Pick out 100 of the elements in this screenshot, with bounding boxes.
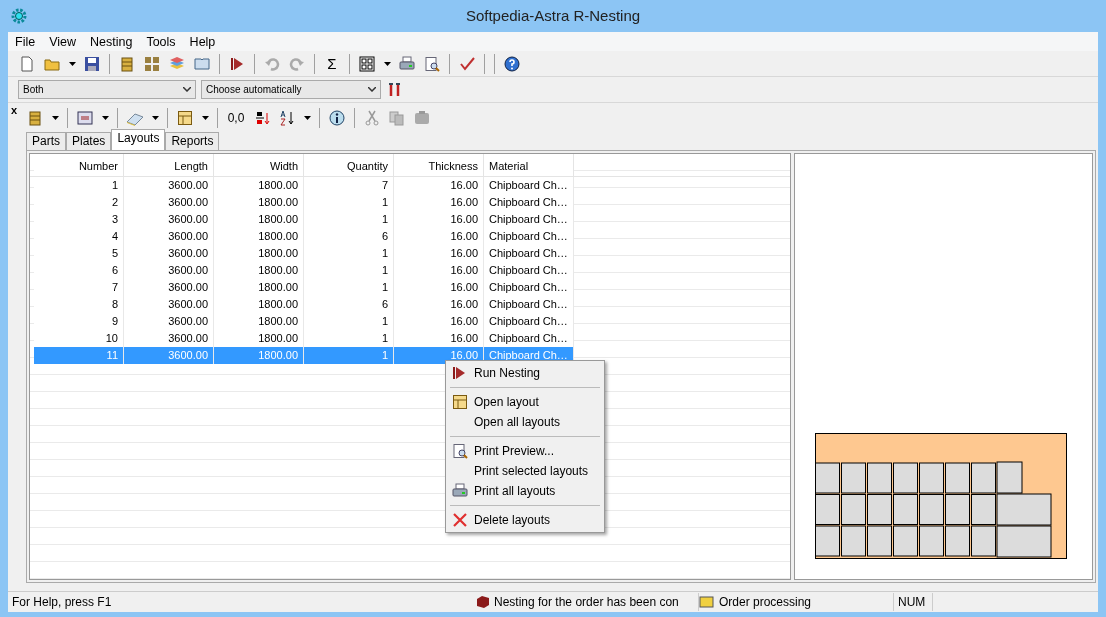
status-text: Order processing: [715, 593, 894, 611]
table-cell: 1800.00: [214, 177, 304, 194]
chevron-icon: [183, 87, 191, 92]
table-cell: 1: [304, 279, 394, 296]
table-cell: 16.00: [394, 279, 484, 296]
table-cell: 9: [34, 313, 124, 330]
menu-item[interactable]: Help: [182, 34, 223, 49]
tab[interactable]: Reports: [165, 132, 220, 150]
table-cell: 6: [304, 228, 394, 245]
table-cell: 3600.00: [124, 194, 214, 211]
table-cell: 1800.00: [214, 262, 304, 279]
dropdown-field[interactable]: Both: [18, 80, 196, 99]
table-cell: 1: [304, 330, 394, 347]
printer-icon: [452, 483, 468, 499]
chevron-icon: [368, 87, 376, 92]
delete-icon: [452, 512, 468, 528]
table-cell: 1: [304, 245, 394, 262]
table-cell: Chipboard Ch…: [484, 296, 574, 313]
table-cell: 3600.00: [124, 279, 214, 296]
column-header[interactable]: Number: [34, 154, 124, 176]
table-cell: 3600.00: [124, 296, 214, 313]
close-button[interactable]: x: [11, 104, 18, 116]
print-preview-icon: [452, 443, 468, 459]
table-cell: 3600.00: [124, 228, 214, 245]
tab[interactable]: Layouts: [111, 129, 166, 150]
table-cell: 16.00: [394, 245, 484, 262]
table-cell: 1800.00: [214, 194, 304, 211]
menu-item[interactable]: View: [42, 34, 84, 49]
menu-item[interactable]: Open layout: [448, 392, 602, 412]
tab[interactable]: Parts: [26, 132, 66, 150]
menu-item[interactable]: File: [8, 34, 43, 49]
table-cell: 3600.00: [124, 347, 214, 364]
grid-icon: [452, 394, 468, 410]
menu-item[interactable]: Print Preview...: [448, 441, 602, 461]
table-cell: 1: [304, 194, 394, 211]
table-cell: 4: [34, 228, 124, 245]
table-cell: 3: [34, 211, 124, 228]
table-cell: Chipboard Ch…: [484, 177, 574, 194]
table-cell: 1800.00: [214, 228, 304, 245]
dropdown-field[interactable]: Choose automatically: [201, 80, 381, 99]
table-cell: Chipboard Ch…: [484, 194, 574, 211]
menu-item[interactable]: Print selected layouts: [448, 461, 602, 481]
table-cell: 10: [34, 330, 124, 347]
table-cell: 16.00: [394, 262, 484, 279]
table-cell: 6: [304, 296, 394, 313]
table-cell: 2: [34, 194, 124, 211]
menu-item[interactable]: Print all layouts: [448, 481, 602, 501]
menu-item[interactable]: Open all layouts: [448, 412, 602, 432]
table-cell: 3600.00: [124, 330, 214, 347]
table-cell: 3600.00: [124, 245, 214, 262]
menu-item[interactable]: Tools: [139, 34, 183, 49]
table-cell: 3600.00: [124, 177, 214, 194]
table-cell: 16.00: [394, 228, 484, 245]
table-cell: 16.00: [394, 177, 484, 194]
table-cell: 1800.00: [214, 296, 304, 313]
column-header[interactable]: Width: [214, 154, 304, 176]
table-cell: 16.00: [394, 330, 484, 347]
table-cell: 3600.00: [124, 313, 214, 330]
table-cell: 1: [304, 313, 394, 330]
table-cell: 8: [34, 296, 124, 313]
table-cell: 1800.00: [214, 347, 304, 364]
table-cell: 7: [304, 177, 394, 194]
table-cell: 5: [34, 245, 124, 262]
menu-item[interactable]: Delete layouts: [448, 510, 602, 530]
menu-item[interactable]: Nesting: [83, 34, 140, 49]
table-cell: Chipboard Ch…: [484, 245, 574, 262]
table-cell: Chipboard Ch…: [484, 279, 574, 296]
column-header[interactable]: Quantity: [304, 154, 394, 176]
table-cell: 1: [304, 211, 394, 228]
status-text: For Help, press F1: [11, 594, 113, 611]
table-cell: 1800.00: [214, 313, 304, 330]
table-cell: 1800.00: [214, 279, 304, 296]
table-cell: 16.00: [394, 296, 484, 313]
table-cell: 3600.00: [124, 211, 214, 228]
window-title: Softpedia-Astra R-Nesting: [465, 7, 641, 24]
column-header[interactable]: Material: [484, 154, 574, 176]
sum-button[interactable]: Σ: [321, 52, 343, 75]
table-cell: 7: [34, 279, 124, 296]
table-cell: 1800.00: [214, 330, 304, 347]
table-cell: 1800.00: [214, 245, 304, 262]
play-icon: [452, 365, 466, 381]
table-cell: 3600.00: [124, 262, 214, 279]
table-cell: 16.00: [394, 194, 484, 211]
table-cell: Chipboard Ch…: [484, 262, 574, 279]
gear-icon: [10, 7, 28, 25]
status-text: NUM: [894, 593, 933, 611]
table-cell: 1: [304, 262, 394, 279]
table-cell: Chipboard Ch…: [484, 228, 574, 245]
table-cell: Chipboard Ch…: [484, 330, 574, 347]
table-cell: 1800.00: [214, 211, 304, 228]
tab[interactable]: Plates: [66, 132, 112, 150]
column-header[interactable]: Thickness: [394, 154, 484, 176]
table-cell: 1: [304, 347, 394, 364]
table-cell: Chipboard Ch…: [484, 211, 574, 228]
table-cell: 16.00: [394, 211, 484, 228]
coordinates-button[interactable]: 0,0: [224, 106, 248, 129]
table-cell: 1: [34, 177, 124, 194]
column-header[interactable]: Length: [124, 154, 214, 176]
menu-item[interactable]: Run Nesting: [448, 363, 602, 383]
table-cell: 16.00: [394, 313, 484, 330]
